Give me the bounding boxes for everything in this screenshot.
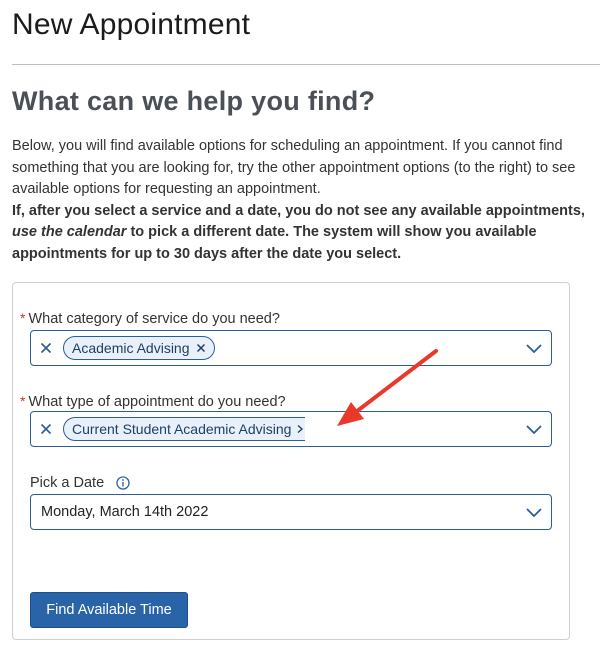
chip-label: Academic Advising <box>72 340 190 356</box>
required-marker: * <box>20 310 26 326</box>
appointment-type-label: * What type of appointment do you need? <box>20 393 286 410</box>
clear-icon[interactable] <box>39 422 53 436</box>
chip-remove-icon[interactable] <box>297 424 304 434</box>
find-available-time-button[interactable]: Find Available Time <box>30 592 188 628</box>
title-divider <box>12 64 600 65</box>
chevron-down-icon[interactable] <box>525 504 543 522</box>
page-title: New Appointment <box>12 8 251 41</box>
intro-paragraph: Below, you will find available options f… <box>12 138 576 197</box>
category-label-text: What category of service do you need? <box>28 311 280 327</box>
intro-bold-part1: If, after you select a service and a dat… <box>12 202 585 219</box>
intro-bold-italic: use the calendar <box>12 224 127 240</box>
section-heading: What can we help you find? <box>12 86 376 116</box>
chevron-down-icon[interactable] <box>525 421 543 439</box>
date-value: Monday, March 14th 2022 <box>41 504 209 520</box>
category-label: * What category of service do you need? <box>20 310 280 327</box>
appointment-type-select[interactable]: Current Student Academic Advising <box>30 411 552 447</box>
selected-chip: Academic Advising <box>63 336 215 360</box>
date-label-text: Pick a Date <box>30 475 105 491</box>
clear-icon[interactable] <box>39 341 53 355</box>
chevron-down-icon[interactable] <box>525 340 543 358</box>
required-marker: * <box>20 393 26 409</box>
date-picker[interactable]: Monday, March 14th 2022 <box>30 494 552 530</box>
chip-remove-icon[interactable] <box>196 343 206 353</box>
appointment-type-label-text: What type of appointment do you need? <box>28 394 286 410</box>
chip-label: Current Student Academic Advising <box>72 421 292 437</box>
intro-text: Below, you will find available options f… <box>12 136 592 265</box>
info-icon[interactable] <box>116 476 130 490</box>
date-label: Pick a Date <box>30 475 130 491</box>
category-select[interactable]: Academic Advising <box>30 330 552 366</box>
selected-chip: Current Student Academic Advising <box>63 417 306 441</box>
